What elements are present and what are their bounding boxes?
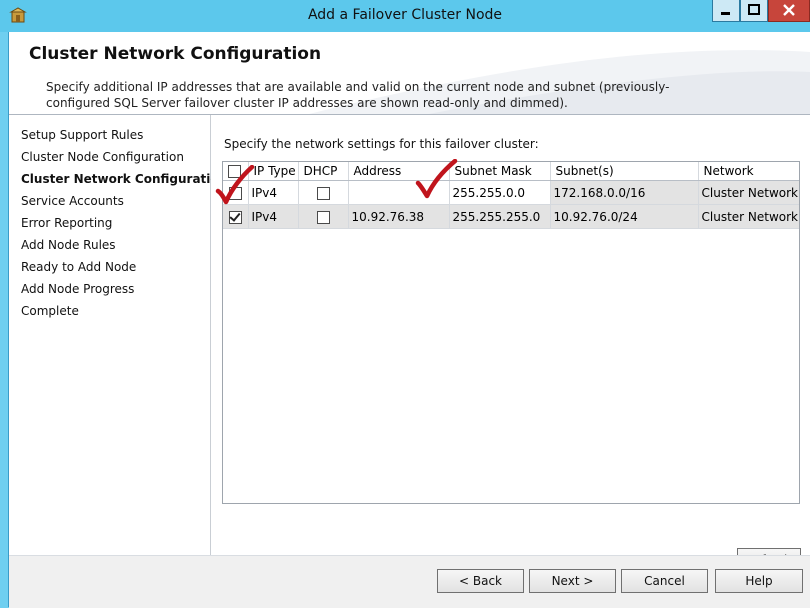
- subnets-cell: 10.92.76.0/24: [550, 204, 699, 229]
- page-description: Specify additional IP addresses that are…: [46, 80, 670, 110]
- wizard-header: Cluster Network Configuration Specify ad…: [9, 32, 810, 115]
- table-row[interactable]: IPv4 255.255.0.0 172.168.0.0/16 Cluster …: [223, 180, 799, 205]
- annotation-checkmark-icon: [215, 165, 255, 205]
- subnet-mask-cell[interactable]: 255.255.0.0: [449, 180, 551, 205]
- column-header-dhcp[interactable]: DHCP: [298, 162, 349, 181]
- nav-item-setup-support-rules[interactable]: Setup Support Rules: [21, 128, 143, 142]
- column-header-network[interactable]: Network: [698, 162, 799, 181]
- close-icon: [783, 4, 795, 16]
- help-button[interactable]: Help: [715, 569, 803, 593]
- network-settings-grid[interactable]: IP Type DHCP Address Subnet Mask Subnet(…: [222, 161, 800, 504]
- row-select-checkbox[interactable]: [228, 210, 242, 224]
- back-button[interactable]: < Back: [437, 569, 524, 593]
- page-title: Cluster Network Configuration: [29, 44, 322, 64]
- nav-item-cluster-network-configuration[interactable]: Cluster Network Configuration: [21, 172, 227, 186]
- table-row[interactable]: IPv4 10.92.76.38 255.255.255.0 10.92.76.…: [223, 204, 799, 229]
- column-header-subnet-mask[interactable]: Subnet Mask: [449, 162, 551, 181]
- subnets-cell: 172.168.0.0/16: [550, 180, 699, 205]
- nav-item-error-reporting[interactable]: Error Reporting: [21, 216, 112, 230]
- maximize-button[interactable]: [740, 0, 768, 22]
- wizard-window: Cluster Network Configuration Specify ad…: [8, 32, 810, 608]
- nav-item-service-accounts[interactable]: Service Accounts: [21, 194, 124, 208]
- address-cell: 10.92.76.38: [348, 204, 450, 229]
- dhcp-checkbox[interactable]: [316, 210, 330, 224]
- nav-item-cluster-node-configuration[interactable]: Cluster Node Configuration: [21, 150, 184, 164]
- network-cell: Cluster Network 3: [698, 204, 799, 229]
- dhcp-cell[interactable]: [298, 180, 349, 205]
- nav-item-add-node-rules[interactable]: Add Node Rules: [21, 238, 116, 252]
- maximize-icon: [748, 4, 760, 15]
- row-select-cell[interactable]: [223, 204, 249, 229]
- window-title: Add a Failover Cluster Node: [307, 7, 503, 23]
- dhcp-checkbox[interactable]: [316, 186, 330, 200]
- nav-item-add-node-progress[interactable]: Add Node Progress: [21, 282, 134, 296]
- minimize-button[interactable]: [712, 0, 740, 22]
- column-header-subnets[interactable]: Subnet(s): [550, 162, 699, 181]
- grid-header-row: IP Type DHCP Address Subnet Mask Subnet(…: [223, 162, 799, 181]
- nav-item-ready-to-add-node[interactable]: Ready to Add Node: [21, 260, 136, 274]
- next-button[interactable]: Next >: [529, 569, 616, 593]
- dhcp-cell[interactable]: [298, 204, 349, 229]
- main-panel: Specify the network settings for this fa…: [211, 115, 810, 572]
- wizard-footer: < Back Next > Cancel Help: [9, 555, 810, 608]
- nav-item-complete[interactable]: Complete: [21, 304, 79, 318]
- ip-type-cell: IPv4: [248, 204, 299, 229]
- minimize-icon: [721, 12, 730, 15]
- wizard-steps-nav: Setup Support Rules Cluster Node Configu…: [9, 115, 227, 555]
- subnet-mask-cell: 255.255.255.0: [449, 204, 551, 229]
- cancel-button[interactable]: Cancel: [621, 569, 708, 593]
- network-cell: Cluster Network 1: [698, 180, 799, 205]
- instruction-text: Specify the network settings for this fa…: [224, 137, 539, 151]
- annotation-checkmark-icon: [415, 159, 458, 199]
- close-button[interactable]: [768, 0, 810, 22]
- title-bar: Add a Failover Cluster Node: [0, 0, 810, 32]
